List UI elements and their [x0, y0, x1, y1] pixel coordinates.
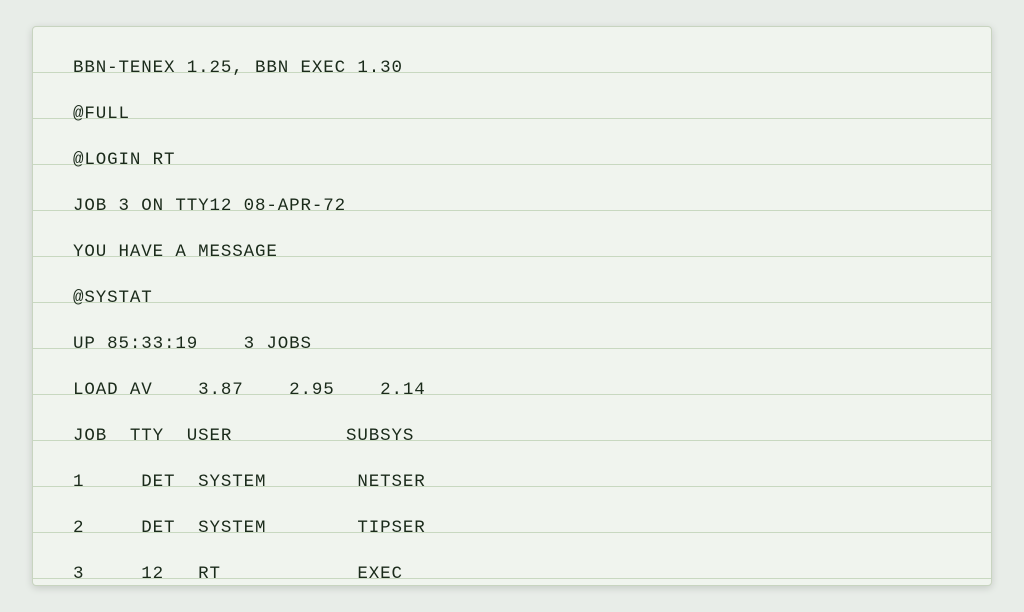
terminal-line-0: BBN-TENEX 1.25, BBN EXEC 1.30	[73, 45, 951, 91]
terminal-line-8: JOB TTY USER SUBSYS	[73, 413, 951, 459]
terminal-line-10: 2 DET SYSTEM TIPSER	[73, 505, 951, 551]
terminal-line-6: UP 85:33:19 3 JOBS	[73, 321, 951, 367]
terminal-line-4: YOU HAVE A MESSAGE	[73, 229, 951, 275]
terminal-line-7: LOAD AV 3.87 2.95 2.14	[73, 367, 951, 413]
terminal-card: BBN-TENEX 1.25, BBN EXEC 1.30@FULL@LOGIN…	[32, 26, 992, 586]
terminal-line-5: @SYSTAT	[73, 275, 951, 321]
terminal-line-9: 1 DET SYSTEM NETSER	[73, 459, 951, 505]
terminal-content: BBN-TENEX 1.25, BBN EXEC 1.30@FULL@LOGIN…	[33, 27, 991, 586]
terminal-line-1: @FULL	[73, 91, 951, 137]
terminal-line-3: JOB 3 ON TTY12 08-APR-72	[73, 183, 951, 229]
terminal-line-2: @LOGIN RT	[73, 137, 951, 183]
terminal-line-11: 3 12 RT EXEC	[73, 551, 951, 586]
